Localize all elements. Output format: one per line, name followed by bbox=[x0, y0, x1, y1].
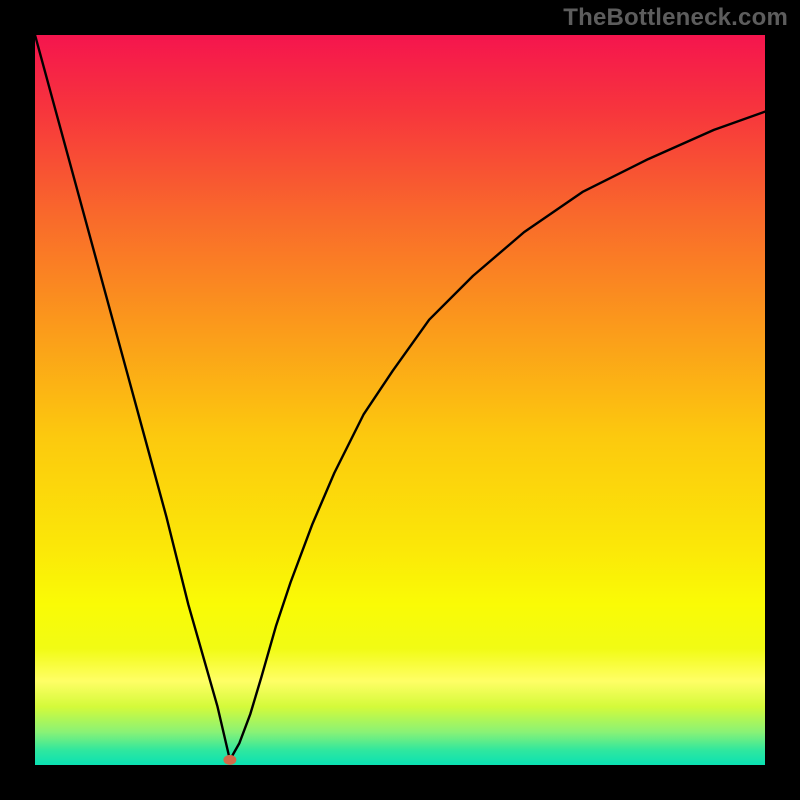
bottleneck-chart bbox=[35, 35, 765, 765]
gradient-background bbox=[35, 35, 765, 765]
watermark-text: TheBottleneck.com bbox=[563, 4, 788, 32]
plot-area bbox=[35, 35, 765, 765]
chart-frame: TheBottleneck.com bbox=[0, 0, 800, 800]
optimum-marker bbox=[223, 755, 236, 765]
